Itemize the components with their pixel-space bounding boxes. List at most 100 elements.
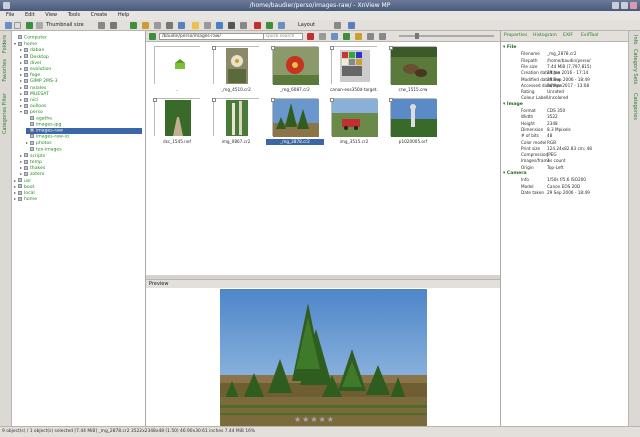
- property-section-header[interactable]: ▾ File: [503, 45, 516, 51]
- back-icon[interactable]: [149, 33, 156, 40]
- tab-properties[interactable]: Properties: [504, 33, 527, 38]
- tab-categories-filter[interactable]: Categories Filter: [2, 93, 8, 134]
- quick-search-input[interactable]: Quick search: [263, 33, 303, 40]
- rating-stars[interactable]: ★★★★★: [294, 416, 335, 424]
- tree-item[interactable]: ▸ thakes: [20, 165, 142, 171]
- email-icon[interactable]: [216, 22, 223, 29]
- tab-exiftool[interactable]: ExifTool: [581, 33, 598, 38]
- tree-item[interactable]: ▾ perso: [20, 109, 142, 115]
- edit-icon[interactable]: [130, 22, 137, 29]
- info-icon[interactable]: [348, 22, 355, 29]
- thumbnail-checkbox[interactable]: [330, 98, 334, 102]
- thumbnail-checkbox[interactable]: [271, 98, 275, 102]
- property-section-header[interactable]: ▾ Camera: [503, 171, 527, 177]
- tree-item[interactable]: tex-images: [26, 146, 142, 153]
- menu-view[interactable]: View: [45, 12, 57, 18]
- property-section-header[interactable]: ▾ Image: [503, 102, 523, 108]
- thumbnail-item[interactable]: dsc_1545.nef: [148, 96, 206, 148]
- window-menu-icon[interactable]: [3, 2, 10, 9]
- fullscreen-icon[interactable]: [278, 22, 285, 29]
- delete-icon[interactable]: [254, 22, 261, 29]
- view-options-icon[interactable]: [379, 33, 386, 40]
- view-mode-icon[interactable]: [36, 22, 43, 29]
- clear-search-icon[interactable]: [307, 33, 314, 40]
- menu-edit[interactable]: Edit: [25, 12, 35, 18]
- thumbnail-checkbox[interactable]: [212, 46, 216, 50]
- tree-item[interactable]: agathe: [26, 115, 142, 122]
- thumbnail-checkbox[interactable]: [389, 98, 393, 102]
- tree-item[interactable]: ▸ temp: [20, 159, 142, 165]
- menu-help[interactable]: Help: [118, 12, 129, 18]
- zoom-slider-handle[interactable]: [415, 33, 419, 39]
- minimize-icon[interactable]: [612, 2, 619, 9]
- sort-dropdown-icon[interactable]: [331, 33, 338, 40]
- tab-info[interactable]: Info: [632, 35, 638, 44]
- thumbnail-checkbox[interactable]: [330, 46, 334, 50]
- tree-item[interactable]: ▸ oulloos: [20, 103, 142, 109]
- thumbnail-checkbox[interactable]: [153, 98, 157, 102]
- tree-item[interactable]: ▸ GIMP 2MS-3: [20, 78, 142, 84]
- tree-item[interactable]: images-jpg: [26, 121, 142, 128]
- tree-item[interactable]: ▸ foge: [20, 72, 142, 78]
- maximize-icon[interactable]: [621, 2, 628, 9]
- close-icon[interactable]: [630, 2, 637, 9]
- color-label-icon[interactable]: [367, 33, 374, 40]
- tab-favorites[interactable]: Favorites: [2, 59, 8, 82]
- tag-icon[interactable]: [343, 33, 350, 40]
- filter-dropdown-icon[interactable]: [319, 33, 326, 40]
- tab-categories[interactable]: Categories: [632, 93, 638, 120]
- tree-item[interactable]: ▸ home: [14, 196, 142, 202]
- tree-item[interactable]: images-raw: [26, 128, 142, 134]
- tab-folders[interactable]: Folders: [2, 35, 8, 53]
- tree-item[interactable]: ▾ home: [14, 41, 142, 47]
- tab-exif[interactable]: EXIF: [563, 33, 573, 38]
- tab-histogram[interactable]: Histogram: [533, 33, 557, 38]
- compare-icon[interactable]: [178, 22, 185, 29]
- rotate-icon[interactable]: [154, 22, 161, 29]
- preferences-icon[interactable]: [334, 22, 341, 29]
- tree-item[interactable]: ▸ MUESAT: [20, 91, 142, 97]
- select-icon[interactable]: [14, 22, 21, 29]
- batch-icon[interactable]: [228, 22, 235, 29]
- thumbnail-item[interactable]: img_0867.cr2: [207, 96, 265, 148]
- thumbnail-item[interactable]: img_3515.cr2: [325, 96, 383, 148]
- sort-icon[interactable]: [98, 22, 105, 29]
- tree-item[interactable]: images-raw-ici: [26, 134, 142, 140]
- settings-icon[interactable]: [240, 22, 247, 29]
- filter-icon[interactable]: [110, 22, 117, 29]
- thumbnail-item[interactable]: canon-eos350d-target.: [325, 44, 383, 96]
- slideshow-icon[interactable]: [166, 22, 173, 29]
- path-field[interactable]: /baudin/perso/images-raw/: [159, 33, 267, 40]
- tree-item[interactable]: ▸ boot: [14, 184, 142, 190]
- tree-item[interactable]: ▸ nici: [20, 97, 142, 103]
- print-icon[interactable]: [204, 22, 211, 29]
- thumbnail-item[interactable]: crw_1515.crw: [384, 44, 442, 96]
- rating-icon[interactable]: [355, 33, 362, 40]
- tree-item[interactable]: ▸ scripts: [20, 153, 142, 159]
- thumbnail-size-label[interactable]: Thumbnail size: [46, 22, 84, 28]
- thumbnail-item[interactable]: ..: [148, 44, 206, 96]
- tree-item[interactable]: ▸ photos: [26, 140, 142, 146]
- tree-item[interactable]: ▸ daban: [20, 47, 142, 53]
- tree-item[interactable]: Computer: [14, 35, 142, 41]
- menu-tools[interactable]: Tools: [68, 12, 80, 18]
- zoom-slider[interactable]: [399, 35, 494, 37]
- star-icon[interactable]: [142, 22, 149, 29]
- thumbnail-item[interactable]: _mg_6087.cr2: [266, 44, 324, 96]
- tree-item[interactable]: ▸ zotero: [20, 171, 142, 177]
- tree-item[interactable]: ▸ usr: [14, 178, 142, 184]
- favorites-icon[interactable]: [266, 22, 273, 29]
- tree-item[interactable]: ▸ nxlales: [20, 85, 142, 91]
- folder-icon[interactable]: [192, 22, 199, 29]
- thumbnail-item[interactable]: _mg_4510.cr2: [207, 44, 265, 96]
- menu-create[interactable]: Create: [91, 12, 108, 18]
- thumbnail-checkbox[interactable]: [271, 46, 275, 50]
- tab-category-sets[interactable]: Category Sets: [632, 49, 638, 84]
- menu-file[interactable]: File: [6, 12, 14, 18]
- tree-item[interactable]: ▸ divel: [20, 60, 142, 66]
- tree-item[interactable]: ▸ Desktop: [20, 54, 142, 60]
- browser-icon[interactable]: [5, 22, 12, 29]
- tree-item[interactable]: ▸ local: [14, 190, 142, 196]
- thumbnail-checkbox[interactable]: [212, 98, 216, 102]
- thumbnail-item[interactable]: _mg_2878.cr2: [266, 96, 324, 148]
